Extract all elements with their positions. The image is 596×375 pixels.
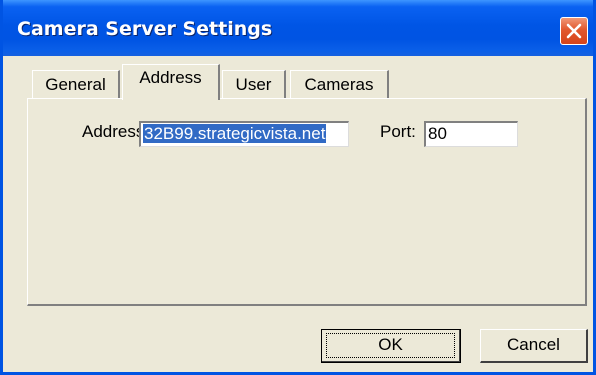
tab-address[interactable]: Address — [122, 64, 220, 100]
tab-cameras[interactable]: Cameras — [290, 70, 389, 98]
address-input-value: 32B99.strategicvista.net — [143, 124, 327, 143]
close-button[interactable] — [560, 17, 588, 45]
cancel-button[interactable]: Cancel — [480, 329, 588, 363]
camera-server-settings-dialog: Camera Server Settings General Address U… — [0, 0, 596, 375]
ok-button-label: OK — [378, 335, 403, 354]
port-input[interactable]: 80 — [424, 121, 518, 147]
tab-general[interactable]: General — [32, 70, 120, 98]
port-label: Port: — [380, 122, 416, 141]
ok-button[interactable]: OK — [321, 329, 461, 363]
window-title: Camera Server Settings — [17, 18, 273, 40]
title-bar[interactable]: Camera Server Settings — [3, 0, 593, 56]
tab-user[interactable]: User — [222, 70, 286, 98]
address-tab-panel: Address: 32B99.strategicvista.net Port: … — [27, 98, 587, 306]
close-x-icon — [566, 23, 582, 39]
address-input[interactable]: 32B99.strategicvista.net — [139, 121, 349, 147]
